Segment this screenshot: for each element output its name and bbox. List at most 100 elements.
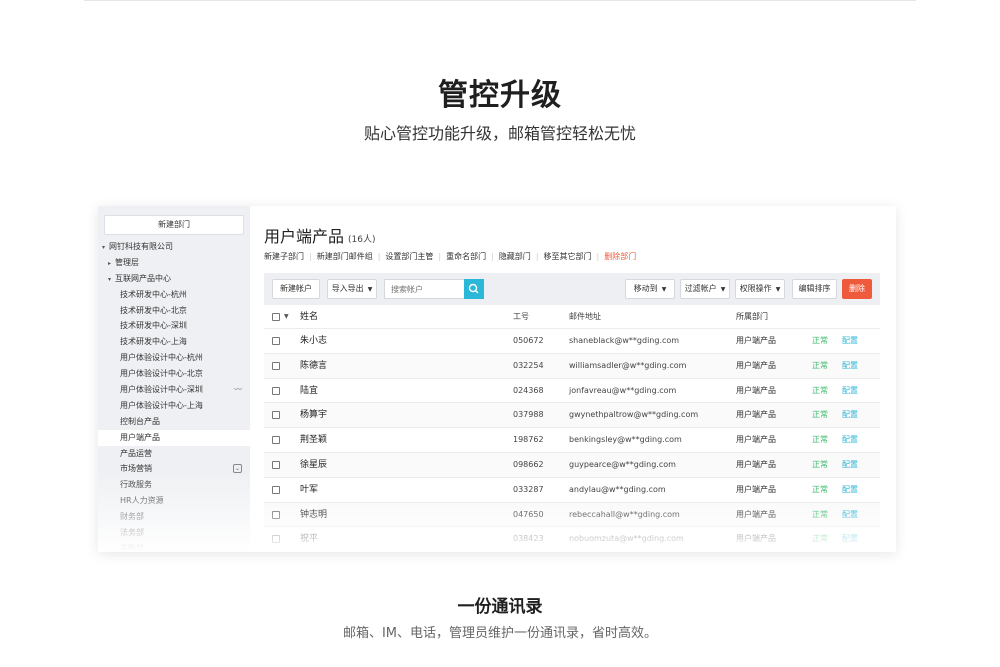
cell-id: 032254 (513, 360, 544, 370)
rename-dept-link[interactable]: 重命名部门 (446, 252, 486, 261)
cell-email: williamsadler@w**gding.com (569, 360, 687, 370)
expand-arrow-icon[interactable]: ▾ (108, 272, 115, 288)
row-checkbox[interactable] (272, 386, 280, 395)
table-row[interactable]: 朱小志 050672 shaneblack@w**gding.com 用户端产品 正常 配… (264, 329, 880, 354)
cell-id: 050672 (513, 336, 544, 345)
sidebar-item[interactable]: 控制台产品 (98, 414, 250, 430)
filter-account-dropdown[interactable]: 过滤帐户 ▼ (680, 279, 730, 299)
sort-caret-icon[interactable]: ▼ (284, 305, 289, 329)
cell-name: 徐星辰 (300, 459, 328, 470)
status-badge: 正常 (812, 484, 828, 494)
configure-link[interactable]: 配置 (842, 453, 858, 477)
member-count: (16人) (348, 235, 376, 245)
sidebar-item[interactable]: 用户体验设计中心-上海 (98, 398, 250, 414)
configure-link[interactable]: 配置 (842, 478, 858, 502)
status-badge: 正常 (812, 459, 828, 469)
move-to-dropdown[interactable]: 移动到 ▼ (625, 279, 675, 299)
sidebar-item[interactable]: 用户体验设计中心-深圳 〰 (98, 382, 250, 398)
configure-link[interactable]: 配置 (842, 403, 858, 427)
row-checkbox[interactable] (272, 361, 280, 370)
sidebar-item-label: 技术研发中心-深圳 (120, 321, 187, 331)
sidebar-item[interactable]: 法务部 (98, 525, 250, 541)
row-checkbox[interactable] (272, 510, 280, 519)
sidebar-item[interactable]: 用户体验设计中心-杭州 (98, 350, 250, 366)
cell-email: gwynethpaltrow@w**gding.com (569, 410, 699, 420)
sidebar-item[interactable]: 用户端产品 (98, 429, 250, 446)
department-actions: 新建子部门 | 新建部门邮件组 | 设置部门主管 | 重命名部门 | 隐藏部门 | 移至其它部门 | 删… (264, 251, 636, 262)
section-title: 一份通讯录 (457, 597, 543, 617)
sidebar-item[interactable]: ▾ 互联网产品中心 (98, 271, 250, 287)
sidebar-item[interactable]: 行政服务 (98, 477, 250, 493)
sidebar-item-label: 用户体验设计中心-杭州 (120, 353, 203, 363)
import-export-label: 导入导出 (331, 284, 364, 293)
sidebar-item[interactable]: 用户体验设计中心-北京 (98, 366, 250, 382)
sidebar-item[interactable]: 产品运营 (98, 446, 250, 462)
header-name: 姓名 (300, 312, 319, 322)
admin-console-mockup: 新建部门 ▾ 网钉科技有限公司 ▸ 管理层 ▾ 互联网产品中心 技术研发中心-杭州 技术研发中… (98, 206, 896, 552)
cell-email: shaneblack@w**gding.com (569, 336, 680, 345)
row-checkbox[interactable] (272, 436, 280, 445)
configure-link[interactable]: 配置 (842, 329, 858, 353)
new-dept-mailgroup-link[interactable]: 新建部门邮件组 (317, 252, 373, 261)
department-name: 用户端产品 (264, 227, 345, 246)
table-row[interactable]: 祝平 038423 nobuomzuta@w**gding.com 用户端产品 正常 配置 (264, 527, 880, 552)
sidebar-item[interactable]: HR人力资源 (98, 493, 250, 509)
new-subdepartment-link[interactable]: 新建子部门 (264, 252, 304, 261)
cell-dept: 用户端产品 (736, 385, 776, 395)
table-header: ▼ 姓名 工号 邮件地址 所属部门 (264, 305, 880, 329)
configure-link[interactable]: 配置 (842, 354, 858, 378)
move-dept-link[interactable]: 移至其它部门 (544, 252, 592, 261)
edit-sort-button[interactable]: 编辑排序 (792, 279, 837, 299)
table-row[interactable]: 陆宜 024368 jonfavreau@w**gding.com 用户端产品 正常 配置 (264, 379, 880, 404)
hide-dept-link[interactable]: 隐藏部门 (499, 252, 531, 261)
row-checkbox[interactable] (272, 485, 280, 494)
sidebar-item[interactable]: 技术研发中心-上海 (98, 334, 250, 350)
new-department-button[interactable]: 新建部门 (104, 215, 244, 235)
collapse-arrow-icon[interactable]: ▸ (108, 256, 115, 272)
configure-link[interactable]: 配置 (842, 428, 858, 452)
status-badge: 正常 (812, 435, 828, 445)
sidebar-item[interactable]: 市场营销 ⌄ (98, 461, 250, 477)
sidebar-item-label: 财务部 (120, 512, 144, 522)
status-badge: 正常 (812, 410, 828, 420)
sidebar-item[interactable]: 技术研发中心-杭州 (98, 287, 250, 303)
sidebar-item[interactable]: 技术研发中心-深圳 (98, 318, 250, 334)
expand-arrow-icon[interactable]: ▾ (102, 240, 109, 256)
table-row[interactable]: 陈德言 032254 williamsadler@w**gding.com 用户端产品… (264, 353, 880, 379)
table-row[interactable]: 杨算宇 037988 gwynethpaltrow@w**gding.com 用户端产… (264, 403, 880, 429)
status-badge: 正常 (812, 534, 828, 544)
configure-link[interactable]: 配置 (842, 527, 858, 551)
new-account-button[interactable]: 新建帐户 (272, 279, 320, 299)
cell-name: 荆圣颖 (300, 435, 328, 446)
import-export-dropdown[interactable]: 导入导出 ▼ (327, 279, 377, 299)
sidebar-item[interactable]: ▸ 管理层 (98, 255, 250, 271)
row-checkbox[interactable] (272, 460, 280, 469)
sidebar-item-label: 网钉科技有限公司 (109, 242, 173, 251)
table-row[interactable]: 徐星辰 098662 guypearce@w**gding.com 用户端产品 正常 配置 (264, 452, 880, 478)
table-row[interactable]: 荆圣颖 198762 benkingsley@w**gding.com 用户端产品 正常… (264, 428, 880, 453)
sidebar-item[interactable]: 采购部 (98, 541, 250, 552)
account-toolbar: 新建帐户 导入导出▼ 移动到▼ 过滤帐户▼ 权限操作▼ 编辑排序 删除 (264, 273, 880, 305)
separator: | (491, 252, 494, 261)
search-button[interactable] (464, 279, 484, 299)
sidebar-item[interactable]: ▾ 网钉科技有限公司 (98, 239, 250, 255)
row-checkbox[interactable] (272, 337, 280, 345)
delete-button[interactable]: 删除 (842, 279, 872, 299)
row-checkbox[interactable] (272, 535, 280, 544)
delete-dept-link[interactable]: 删除部门 (604, 252, 636, 261)
select-all-checkbox[interactable] (272, 313, 280, 321)
sidebar-item-label: 用户端产品 (120, 432, 160, 442)
cell-name: 陈德言 (300, 360, 328, 371)
sidebar-item[interactable]: 技术研发中心-北京 (98, 303, 250, 319)
configure-link[interactable]: 配置 (842, 379, 858, 403)
table-row[interactable]: 钟志明 047650 rebeccahall@w**gding.com 用户端产品 正常… (264, 502, 880, 528)
chevron-down-icon[interactable]: ⌄ (233, 464, 242, 474)
drag-handle-icon[interactable]: 〰 (234, 382, 242, 398)
configure-link[interactable]: 配置 (842, 503, 858, 527)
set-dept-manager-link[interactable]: 设置部门主管 (385, 252, 433, 261)
permission-dropdown[interactable]: 权限操作 ▼ (735, 279, 785, 299)
sidebar-item[interactable]: 财务部 (98, 509, 250, 525)
filter-account-label: 过滤帐户 (684, 284, 717, 293)
table-row[interactable]: 叶军 033287 andylau@w**gding.com 用户端产品 正常 配置 (264, 478, 880, 503)
row-checkbox[interactable] (272, 411, 280, 420)
